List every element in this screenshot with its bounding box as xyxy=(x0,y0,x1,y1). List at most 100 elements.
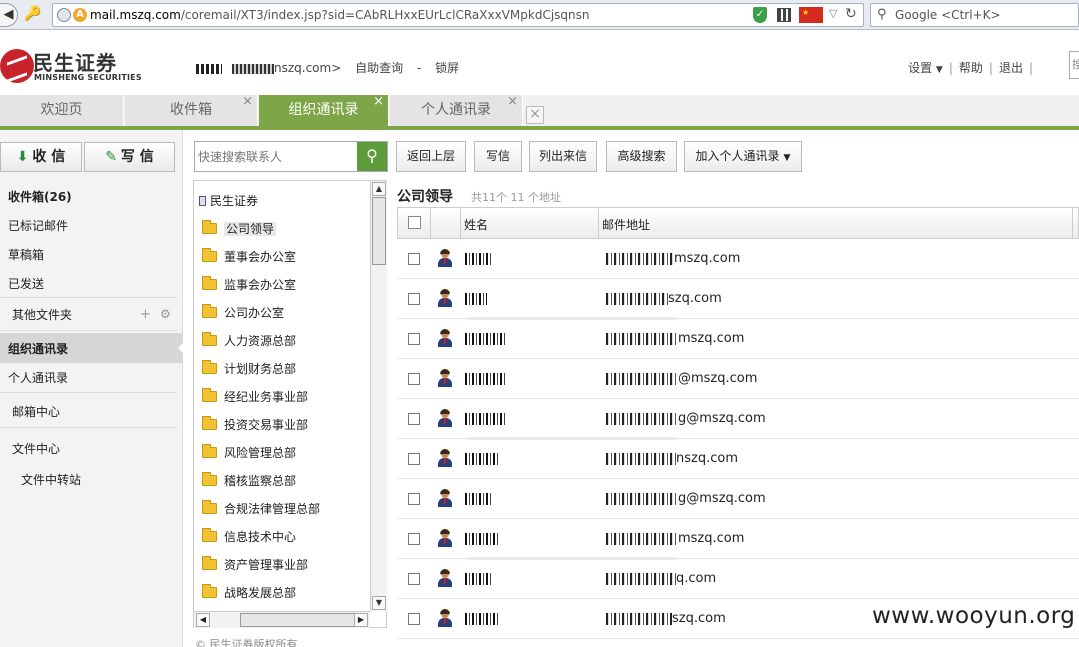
sidebar-item-drafts[interactable]: 草稿箱 xyxy=(8,246,44,263)
horizontal-scrollbar[interactable]: ◀ ▶ xyxy=(194,611,370,628)
contact-email[interactable]: szq.com xyxy=(606,611,726,626)
contact-name[interactable] xyxy=(465,371,507,385)
browser-search-field[interactable]: ⚲ Google <Ctrl+K> xyxy=(870,3,1079,27)
row-checkbox[interactable] xyxy=(408,533,420,545)
select-all-checkbox[interactable] xyxy=(408,216,421,229)
key-icon[interactable]: 🔑 xyxy=(24,6,41,22)
tree-folder-item[interactable]: 风险管理总部 xyxy=(202,444,296,462)
row-checkbox[interactable] xyxy=(408,573,420,585)
contact-email[interactable]: g@mszq.com xyxy=(606,491,766,506)
close-icon[interactable]: × xyxy=(242,87,253,117)
sidebar-item-file-transfer[interactable]: 文件中转站 xyxy=(21,471,81,488)
contact-name[interactable] xyxy=(465,331,505,345)
contact-email[interactable]: szq.com xyxy=(606,291,722,306)
sidebar-item-mailbox-center[interactable]: 邮箱中心 xyxy=(12,403,60,420)
up-level-button[interactable]: 返回上层 xyxy=(396,141,466,172)
tab-org-contacts[interactable]: 组织通讯录 × xyxy=(259,94,389,126)
table-row[interactable]: mszq.com xyxy=(397,519,1079,560)
search-icon[interactable]: ⚲ xyxy=(357,142,387,171)
tree-folder-item[interactable]: 信息技术中心 xyxy=(202,528,296,546)
contact-name[interactable] xyxy=(465,411,507,425)
sidebar-item-flagged[interactable]: 已标记邮件 xyxy=(8,217,68,234)
row-checkbox[interactable] xyxy=(408,373,420,385)
contact-email[interactable]: mszq.com xyxy=(606,531,744,546)
contact-name[interactable] xyxy=(465,531,499,545)
contact-email[interactable]: g@mszq.com xyxy=(606,411,766,426)
tab-welcome[interactable]: 欢迎页 xyxy=(0,95,124,126)
tree-folder-item[interactable]: 公司领导 xyxy=(202,220,277,238)
scroll-down-icon[interactable]: ▼ xyxy=(372,596,386,610)
sidebar-item-personal-contacts[interactable]: 个人通讯录 xyxy=(8,369,68,386)
vertical-scrollbar[interactable]: ▲ ▼ xyxy=(370,181,387,611)
write-button[interactable]: 写信 xyxy=(474,141,522,172)
compose-button[interactable]: ✎ 写 信 xyxy=(84,142,175,172)
tree-folder-item[interactable]: 资产管理事业部 xyxy=(202,556,308,574)
contact-name[interactable] xyxy=(465,611,499,625)
scroll-left-icon[interactable]: ◀ xyxy=(196,613,210,627)
contact-email[interactable]: mszq.com xyxy=(606,331,744,346)
contact-search-field[interactable]: ⚲ xyxy=(194,141,388,172)
dropdown-arrow-icon[interactable]: ▽ xyxy=(829,7,837,20)
url-field[interactable]: A mail.mszq.com/coremail/XT3/index.jsp?s… xyxy=(52,3,864,27)
shield-icon[interactable]: ✓ xyxy=(753,7,767,23)
lock-screen-link[interactable]: 锁屏 xyxy=(435,61,459,75)
row-checkbox[interactable] xyxy=(408,453,420,465)
help-link[interactable]: 帮助 xyxy=(959,61,983,75)
tree-folder-item[interactable]: 公司办公室 xyxy=(202,304,284,322)
tree-folder-item[interactable]: 合规法律管理总部 xyxy=(202,500,320,518)
tree-folder-item[interactable]: 董事会办公室 xyxy=(202,248,296,266)
scrollbar-thumb[interactable] xyxy=(372,197,386,265)
china-flag-icon[interactable]: ★ xyxy=(799,7,823,23)
table-row[interactable]: szq.com xyxy=(397,279,1079,320)
contact-email[interactable]: @mszq.com xyxy=(606,371,757,386)
tree-folder-item[interactable]: 人力资源总部 xyxy=(202,332,296,350)
sidebar-item-org-contacts[interactable]: 组织通讯录 xyxy=(8,340,68,357)
top-search-field[interactable]: 搜 xyxy=(1069,51,1079,79)
contact-name[interactable] xyxy=(465,251,493,265)
tree-folder-item[interactable]: 稽核监察总部 xyxy=(202,472,296,490)
table-row[interactable]: g@mszq.com xyxy=(397,399,1079,440)
table-row[interactable]: g@mszq.com xyxy=(397,479,1079,519)
sidebar-item-other-folders[interactable]: 其他文件夹 xyxy=(12,306,72,323)
table-row[interactable]: nszq.com xyxy=(397,439,1079,479)
qr-code-icon[interactable] xyxy=(777,8,791,22)
receive-button[interactable]: ⬇ 收 信 xyxy=(0,142,82,172)
close-icon[interactable]: × xyxy=(507,87,518,117)
row-checkbox[interactable] xyxy=(408,493,420,505)
tree-root[interactable]: 民生证券 xyxy=(199,192,258,209)
sidebar-item-inbox[interactable]: 收件箱(26) xyxy=(8,188,72,205)
row-checkbox[interactable] xyxy=(408,413,420,425)
row-checkbox[interactable] xyxy=(408,613,420,625)
close-all-tabs-icon[interactable]: × xyxy=(526,106,544,124)
row-checkbox[interactable] xyxy=(408,293,420,305)
sidebar-item-sent[interactable]: 已发送 xyxy=(8,275,44,292)
contact-name[interactable] xyxy=(465,451,499,465)
back-button[interactable]: ◀ xyxy=(0,3,18,27)
tree-folder-item[interactable]: 监事会办公室 xyxy=(202,276,296,294)
column-header-email[interactable]: 邮件地址 xyxy=(602,216,650,233)
gear-icon[interactable]: ⚙ xyxy=(160,307,171,321)
tab-personal-contacts[interactable]: 个人通讯录 × xyxy=(390,94,523,126)
table-row[interactable]: mszq.com xyxy=(397,239,1079,279)
contact-email[interactable]: mszq.com xyxy=(606,251,740,266)
reload-icon[interactable]: ↻ xyxy=(845,6,857,22)
add-personal-contacts-button[interactable]: 加入个人通讯录 ▼ xyxy=(684,141,802,172)
tree-folder-item[interactable]: 计划财务总部 xyxy=(202,360,296,378)
table-row[interactable]: q.com xyxy=(397,559,1079,599)
list-mails-button[interactable]: 列出来信 xyxy=(529,141,597,172)
table-row[interactable]: mszq.com xyxy=(397,319,1079,359)
scroll-right-icon[interactable]: ▶ xyxy=(354,613,368,627)
settings-link[interactable]: 设置 ▼ xyxy=(908,61,943,75)
advanced-search-button[interactable]: 高级搜索 xyxy=(606,141,677,172)
sidebar-item-file-center[interactable]: 文件中心 xyxy=(12,440,60,457)
tree-folder-item[interactable]: 投资交易事业部 xyxy=(202,416,308,434)
contact-name[interactable] xyxy=(465,291,487,305)
contact-email[interactable]: nszq.com xyxy=(606,451,738,466)
contact-email[interactable]: q.com xyxy=(606,571,716,586)
contact-name[interactable] xyxy=(465,571,493,585)
scrollbar-thumb[interactable] xyxy=(240,613,356,627)
close-icon[interactable]: × xyxy=(373,87,384,117)
table-row[interactable]: @mszq.com xyxy=(397,359,1079,399)
scroll-up-icon[interactable]: ▲ xyxy=(372,182,386,196)
add-folder-icon[interactable]: + xyxy=(140,307,151,322)
